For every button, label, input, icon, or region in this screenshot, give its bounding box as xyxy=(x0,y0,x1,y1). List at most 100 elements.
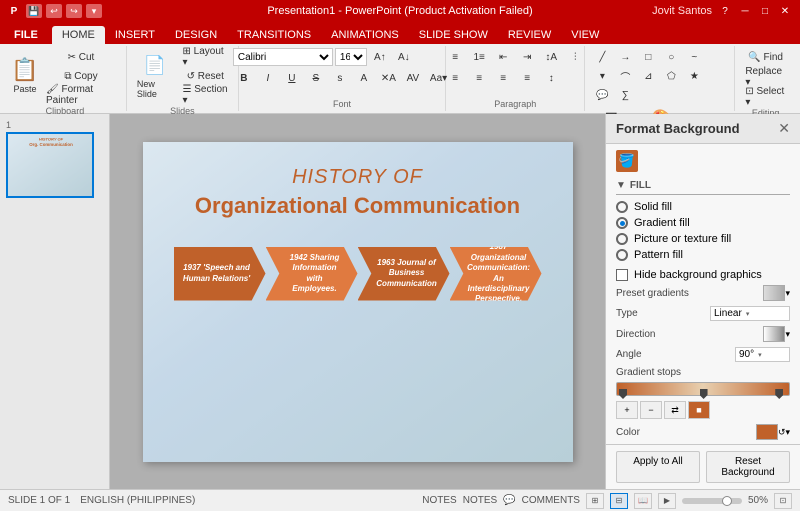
apply-to-all-button[interactable]: Apply to All xyxy=(616,451,700,483)
increase-font-button[interactable]: A↑ xyxy=(369,48,391,66)
tab-insert[interactable]: INSERT xyxy=(105,26,165,44)
bullets-button[interactable]: ≡ xyxy=(444,48,466,66)
tab-review[interactable]: REVIEW xyxy=(498,26,561,44)
columns-button[interactable]: ⫶ xyxy=(564,48,586,66)
remove-stop-button[interactable]: − xyxy=(640,401,662,419)
text-direction-button[interactable]: ↕A xyxy=(540,48,562,66)
replace-button[interactable]: Replace ▾ xyxy=(741,68,790,86)
shape-pentagon-button[interactable]: ⬠ xyxy=(660,67,682,85)
color-swatch[interactable] xyxy=(756,424,778,440)
pattern-fill-option[interactable]: Pattern fill xyxy=(616,249,790,261)
normal-view-button[interactable]: ⊞ xyxy=(586,493,604,509)
shape-connector-button[interactable]: ⌒ xyxy=(614,67,636,85)
notes-button[interactable]: NOTES xyxy=(422,495,456,506)
canvas-area[interactable]: HISTORY OF Organizational Communication … xyxy=(110,114,605,489)
align-center-button[interactable]: ≡ xyxy=(468,69,490,87)
gradient-bar[interactable] xyxy=(616,382,790,396)
gradient-stop-2[interactable] xyxy=(700,389,708,399)
strikethrough-button[interactable]: S xyxy=(305,69,327,87)
select-button[interactable]: ⊡ Select ▾ xyxy=(741,88,790,106)
font-size-select[interactable]: 16 xyxy=(335,48,367,66)
font-color-button[interactable]: A xyxy=(353,69,375,87)
tab-slideshow[interactable]: SLIDE SHOW xyxy=(409,26,498,44)
shape-star-button[interactable]: ★ xyxy=(683,67,705,85)
preset-gradient-swatch[interactable] xyxy=(763,285,785,301)
undo-icon[interactable]: ↩ xyxy=(46,4,62,18)
slide-sorter-button[interactable]: ⊟ xyxy=(610,493,628,509)
layout-button[interactable]: ⊞ Layout ▾ xyxy=(178,48,231,66)
add-stop-button[interactable]: + xyxy=(616,401,638,419)
format-painter-button[interactable]: 🖌 Format Painter xyxy=(42,86,120,104)
slide-thumbnail[interactable]: HISTORY OF Org. Communication xyxy=(6,132,94,198)
preset-gradient-arrow[interactable]: ▾ xyxy=(785,288,790,299)
tab-file[interactable]: FILE xyxy=(2,26,50,44)
solid-fill-option[interactable]: Solid fill xyxy=(616,201,790,213)
shape-arrow-button[interactable]: → xyxy=(614,48,636,66)
increase-indent-button[interactable]: ⇥ xyxy=(516,48,538,66)
customize-icon[interactable]: ▾ xyxy=(86,4,102,18)
close-button[interactable]: ✕ xyxy=(776,4,794,18)
tab-transitions[interactable]: TRANSITIONS xyxy=(227,26,321,44)
color-dropdown-arrow[interactable]: ↺▾ xyxy=(778,427,790,438)
direction-arrow[interactable]: ▾ xyxy=(785,329,790,340)
reverse-stops-button[interactable]: ⇄ xyxy=(664,401,686,419)
stop-color-button[interactable]: ■ xyxy=(688,401,710,419)
redo-icon[interactable]: ↪ xyxy=(66,4,82,18)
paste-button[interactable]: 📋 Paste xyxy=(10,56,40,96)
underline-button[interactable]: U xyxy=(281,69,303,87)
slide-canvas[interactable]: HISTORY OF Organizational Communication … xyxy=(143,142,573,462)
find-button[interactable]: 🔍 Find xyxy=(744,48,787,66)
zoom-slider[interactable] xyxy=(682,498,742,504)
gradient-fill-radio[interactable] xyxy=(616,217,628,229)
align-left-button[interactable]: ≡ xyxy=(444,69,466,87)
notes-label[interactable]: NOTES xyxy=(463,495,497,506)
decrease-font-button[interactable]: A↓ xyxy=(393,48,415,66)
reset-button[interactable]: ↺ Reset xyxy=(178,67,231,85)
new-slide-button[interactable]: 📄 New Slide xyxy=(133,51,177,101)
maximize-button[interactable]: □ xyxy=(756,4,774,18)
decrease-indent-button[interactable]: ⇤ xyxy=(492,48,514,66)
comments-label[interactable]: COMMENTS xyxy=(522,495,580,506)
shape-curve-button[interactable]: ~ xyxy=(683,48,705,66)
minimize-button[interactable]: ─ xyxy=(736,4,754,18)
save-icon[interactable]: 💾 xyxy=(26,4,42,18)
comments-button[interactable]: 💬 xyxy=(503,495,515,506)
tab-animations[interactable]: ANIMATIONS xyxy=(321,26,409,44)
cut-button[interactable]: ✂ Cut xyxy=(42,48,120,66)
shape-oval-button[interactable]: ○ xyxy=(660,48,682,66)
hide-background-item[interactable]: Hide background graphics xyxy=(616,269,790,281)
angle-dropdown[interactable]: 90° ▾ xyxy=(735,347,790,362)
tab-view[interactable]: VIEW xyxy=(561,26,609,44)
format-panel-close-button[interactable]: ✕ xyxy=(778,120,790,137)
hide-background-checkbox[interactable] xyxy=(616,269,628,281)
direction-swatch[interactable] xyxy=(763,326,785,342)
slideshow-view-button[interactable]: ▶ xyxy=(658,493,676,509)
align-right-button[interactable]: ≡ xyxy=(492,69,514,87)
shape-rect-button[interactable]: □ xyxy=(637,48,659,66)
italic-button[interactable]: I xyxy=(257,69,279,87)
fit-slide-button[interactable]: ⊡ xyxy=(774,493,792,509)
section-button[interactable]: ☰ Section ▾ xyxy=(178,86,231,104)
char-spacing-button[interactable]: AV xyxy=(402,69,424,87)
font-name-select[interactable]: Calibri xyxy=(233,48,333,66)
numbering-button[interactable]: 1≡ xyxy=(468,48,490,66)
type-dropdown[interactable]: Linear ▾ xyxy=(710,306,790,321)
bold-button[interactable]: B xyxy=(233,69,255,87)
shadow-button[interactable]: s xyxy=(329,69,351,87)
copy-button[interactable]: ⧉ Copy xyxy=(42,67,120,85)
shape-line-button[interactable]: ╱ xyxy=(591,48,613,66)
shape-callout-button[interactable]: 💬 xyxy=(591,86,613,104)
help-button[interactable]: ? xyxy=(716,4,734,18)
clear-format-button[interactable]: ✕A xyxy=(377,69,400,87)
picture-fill-radio[interactable] xyxy=(616,233,628,245)
picture-fill-option[interactable]: Picture or texture fill xyxy=(616,233,790,245)
shape-more-button[interactable]: ▾ xyxy=(591,67,613,85)
justify-button[interactable]: ≡ xyxy=(516,69,538,87)
tab-design[interactable]: DESIGN xyxy=(165,26,227,44)
reading-view-button[interactable]: 📖 xyxy=(634,493,652,509)
tab-home[interactable]: HOME xyxy=(52,26,105,44)
line-spacing-button[interactable]: ↕ xyxy=(540,69,562,87)
solid-fill-radio[interactable] xyxy=(616,201,628,213)
reset-background-button[interactable]: Reset Background xyxy=(706,451,790,483)
gradient-stop-3[interactable] xyxy=(775,389,783,399)
